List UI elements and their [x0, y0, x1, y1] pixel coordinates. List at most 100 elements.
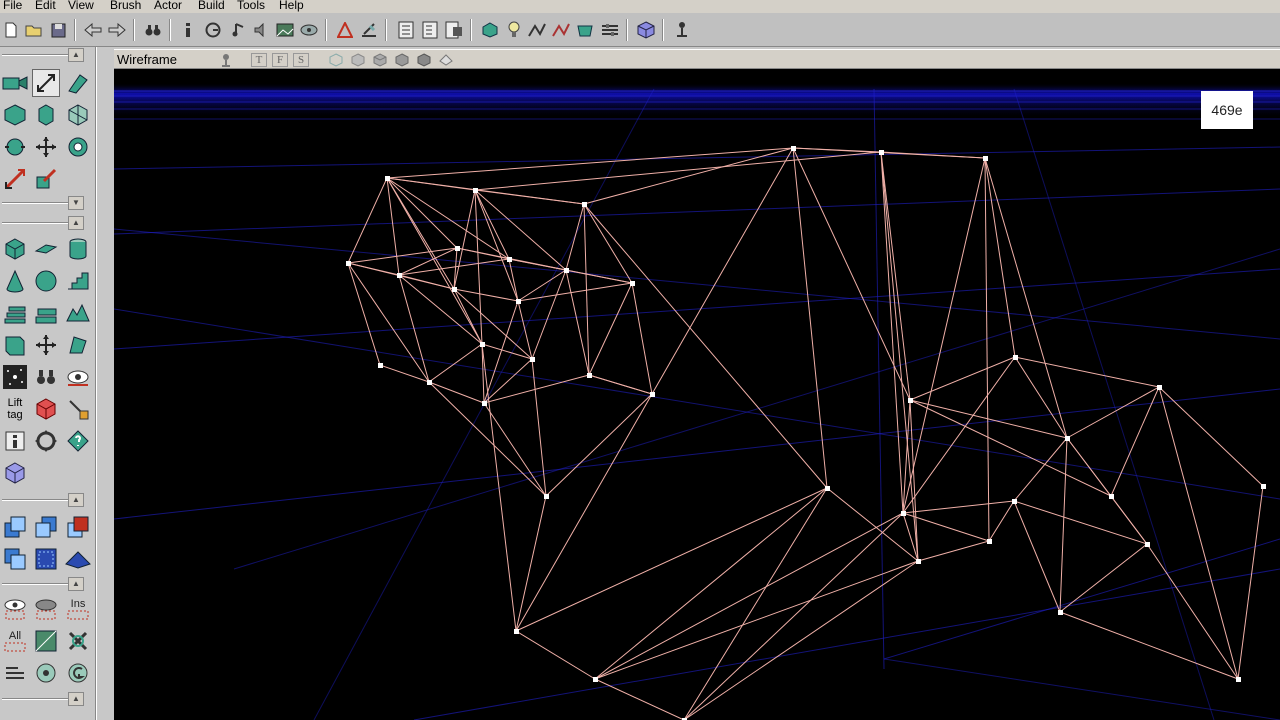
cylinder-builder-icon[interactable]: [64, 235, 92, 263]
mesh-browser-icon[interactable]: [299, 20, 319, 40]
save-disk-icon[interactable]: [48, 20, 68, 40]
info-icon[interactable]: [178, 20, 198, 40]
menu-tools[interactable]: Tools: [237, 0, 265, 11]
music-browser-icon[interactable]: [251, 20, 271, 40]
wire-edge: [453, 288, 483, 345]
viewport-lock-icon[interactable]: [218, 53, 234, 67]
sheet-builder-icon[interactable]: [32, 235, 60, 263]
select-all-button[interactable]: All: [1, 627, 29, 655]
panel-divider[interactable]: [96, 47, 114, 720]
menu-edit[interactable]: Edit: [35, 0, 56, 11]
stairs-builder-icon[interactable]: [64, 267, 92, 295]
unlit-mode-icon[interactable]: [416, 53, 432, 67]
group-header-modes[interactable]: ▲: [0, 48, 96, 62]
csg-intersect-icon[interactable]: [64, 513, 92, 541]
menu-help[interactable]: Help: [279, 0, 304, 11]
hide-selected-icon[interactable]: [32, 595, 60, 623]
group-header-primitives[interactable]: ▼: [0, 196, 96, 210]
camera-view-icon[interactable]: [438, 53, 454, 67]
grid-snap-icon[interactable]: [64, 659, 92, 687]
rotate-brush-icon[interactable]: [1, 133, 29, 161]
emitter-icon[interactable]: [1, 363, 29, 391]
rotate-gizmo-icon[interactable]: [32, 427, 60, 455]
build-geometry-icon[interactable]: [480, 20, 500, 40]
add-mover-icon[interactable]: [32, 545, 60, 573]
menu-actor[interactable]: Actor: [154, 0, 182, 11]
find-binoculars-icon[interactable]: [143, 20, 163, 40]
sphere-builder-icon[interactable]: [32, 267, 60, 295]
vertex-editing-icon[interactable]: [32, 69, 60, 97]
insert-selection-button[interactable]: Ins: [64, 595, 92, 623]
add-special-icon[interactable]: [64, 545, 92, 573]
camera-move-icon[interactable]: [1, 69, 29, 97]
cube-browser-icon[interactable]: [636, 20, 656, 40]
brush-clip-mode-icon[interactable]: [1, 101, 29, 129]
group-header-visibility[interactable]: ▲: [0, 577, 96, 591]
group-header-brushes[interactable]: ▲: [0, 216, 96, 230]
pin-tool-icon[interactable]: [64, 395, 92, 423]
info-panel-icon[interactable]: [1, 427, 29, 455]
wireframe-mode-icon[interactable]: [328, 53, 344, 67]
visibility-eye-icon[interactable]: [64, 363, 92, 391]
polygon-mode-icon[interactable]: [64, 101, 92, 129]
redo-arrow-icon[interactable]: [107, 20, 127, 40]
show-selected-icon[interactable]: [1, 595, 29, 623]
texture-mode-icon[interactable]: [372, 53, 388, 67]
cone-builder-icon[interactable]: [1, 267, 29, 295]
wireframe-viewport[interactable]: 469e: [114, 69, 1280, 720]
static-mesh-cube-icon[interactable]: [1, 459, 29, 487]
new-document-icon[interactable]: [1, 20, 21, 40]
cube-builder-icon[interactable]: [1, 235, 29, 263]
menu-brush[interactable]: Brush: [110, 0, 141, 11]
transform-arrows-icon[interactable]: [32, 331, 60, 359]
snap-gizmo-icon[interactable]: [32, 659, 60, 687]
build-all-icon[interactable]: [575, 20, 595, 40]
stretch-brush-icon[interactable]: [32, 165, 60, 193]
actor-properties-icon[interactable]: [444, 20, 464, 40]
scale-brush-icon[interactable]: [1, 165, 29, 193]
binoculars-icon[interactable]: [32, 363, 60, 391]
menu-file[interactable]: File: [3, 0, 22, 11]
spiral-stair-icon[interactable]: [32, 299, 60, 327]
move-arrows-icon[interactable]: [32, 133, 60, 161]
build-changed-icon[interactable]: [551, 20, 571, 40]
build-options-icon[interactable]: [600, 20, 620, 40]
grid-texture-icon[interactable]: [32, 627, 60, 655]
face-drag-icon[interactable]: [32, 101, 60, 129]
menu-build[interactable]: Build: [198, 0, 225, 11]
terrain-mode-icon[interactable]: [64, 133, 92, 161]
lift-tag-button[interactable]: Lift tag: [1, 395, 29, 423]
open-folder-icon[interactable]: [24, 20, 44, 40]
csg-add-icon[interactable]: [1, 513, 29, 541]
properties-icon[interactable]: [396, 20, 416, 40]
actor-class-icon[interactable]: [335, 20, 355, 40]
texture-pan-icon[interactable]: [64, 69, 92, 97]
red-cube-icon[interactable]: [32, 395, 60, 423]
properties-list-icon[interactable]: [420, 20, 440, 40]
build-lighting-icon[interactable]: [504, 20, 524, 40]
lighting-mode-icon[interactable]: [394, 53, 410, 67]
csg-subtract-icon[interactable]: [32, 513, 60, 541]
align-lines-icon[interactable]: [1, 659, 29, 687]
undo-arrow-icon[interactable]: [83, 20, 103, 40]
group-browser-icon[interactable]: [203, 20, 223, 40]
custom-builder-icon[interactable]: [64, 331, 92, 359]
hide-all-x-icon[interactable]: [64, 627, 92, 655]
volumetric-builder-icon[interactable]: [1, 331, 29, 359]
curved-stair-icon[interactable]: [1, 299, 29, 327]
help-cube-icon[interactable]: [64, 427, 92, 455]
brush-clip-icon[interactable]: [359, 20, 379, 40]
group-header-csg[interactable]: ▲: [0, 493, 96, 507]
view-side-button[interactable]: S: [293, 53, 309, 67]
csg-deintersect-icon[interactable]: [1, 545, 29, 573]
terrain-builder-icon[interactable]: [64, 299, 92, 327]
view-front-button[interactable]: F: [272, 53, 288, 67]
group-header-bottom[interactable]: ▲: [0, 692, 96, 706]
menu-view[interactable]: View: [68, 0, 94, 11]
texture-browser-icon[interactable]: [275, 20, 295, 40]
actor-pin-icon[interactable]: [672, 20, 692, 40]
sound-browser-icon[interactable]: [228, 20, 248, 40]
build-paths-icon[interactable]: [527, 20, 547, 40]
zone-mode-icon[interactable]: [350, 53, 366, 67]
view-top-button[interactable]: T: [251, 53, 267, 67]
